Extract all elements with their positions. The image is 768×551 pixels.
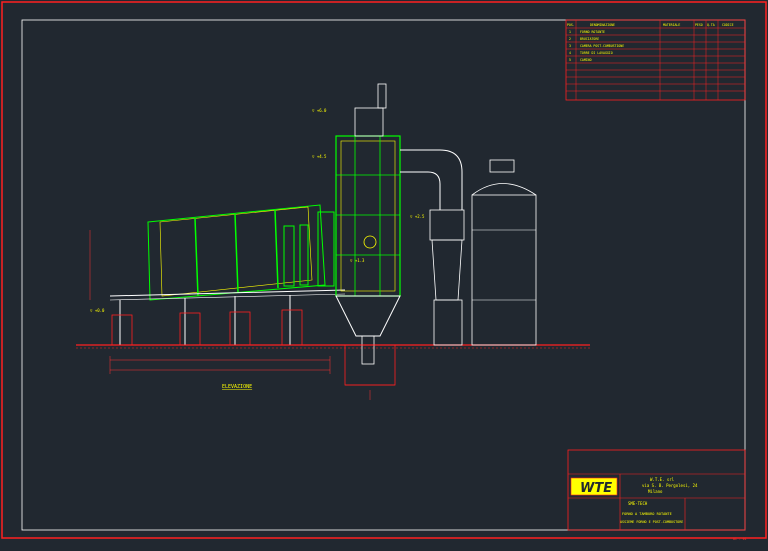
table-cell: CAMINO [580,58,592,62]
drawing-title-line-1: FORNO A TAMBURO ROTANTE [622,512,672,516]
table-cell: 2 [569,37,571,41]
project-name: SME-TECH [628,501,648,506]
drawing-title-line-2: ASSIEME FORNO E POST-COMBUSTORE [620,520,683,524]
table-header-name: DENOMINAZIONE [590,23,615,27]
elevation-tag: ▽ +2.5 [410,214,425,219]
sheet-reference: A1 - 01 [733,537,747,541]
elevation-tag: ▽ +0.0 [90,308,105,313]
table-header-material: MATERIALE [663,23,680,27]
table-cell: 3 [569,44,571,48]
company-address: via S. B. Pergolesi, 24 [642,483,698,488]
table-cell: 4 [569,51,571,55]
elevation-tag: ▽ +6.0 [312,108,327,113]
table-cell: 5 [569,58,571,62]
cad-drawing-sheet: POS. DENOMINAZIONE MATERIALE PESO Q.TA C… [0,0,768,551]
company-logo: WTE [580,481,612,496]
table-header-weight: PESO [695,23,703,27]
company-name: W.T.E. srl [650,477,675,482]
table-cell: 1 [569,30,571,34]
table-header-code: CODICE [722,23,734,27]
elevation-tag: ▽ +4.5 [312,154,327,159]
table-cell: FORNO ROTANTE [580,30,605,34]
table-cell: CAMERA POST-COMBUSTIONE [580,44,624,48]
company-city: Milano [648,489,663,494]
table-cell: TORRE DI LAVAGGIO [580,51,613,55]
drawing-label: ELEVAZIONE [222,384,252,390]
elevation-tag: ▽ +1.3 [350,258,365,263]
table-cell: BRUCIATORE [580,37,599,41]
table-header-pos: POS. [567,23,575,27]
table-header-qty: Q.TA [707,23,715,27]
drawing-background [0,0,768,551]
